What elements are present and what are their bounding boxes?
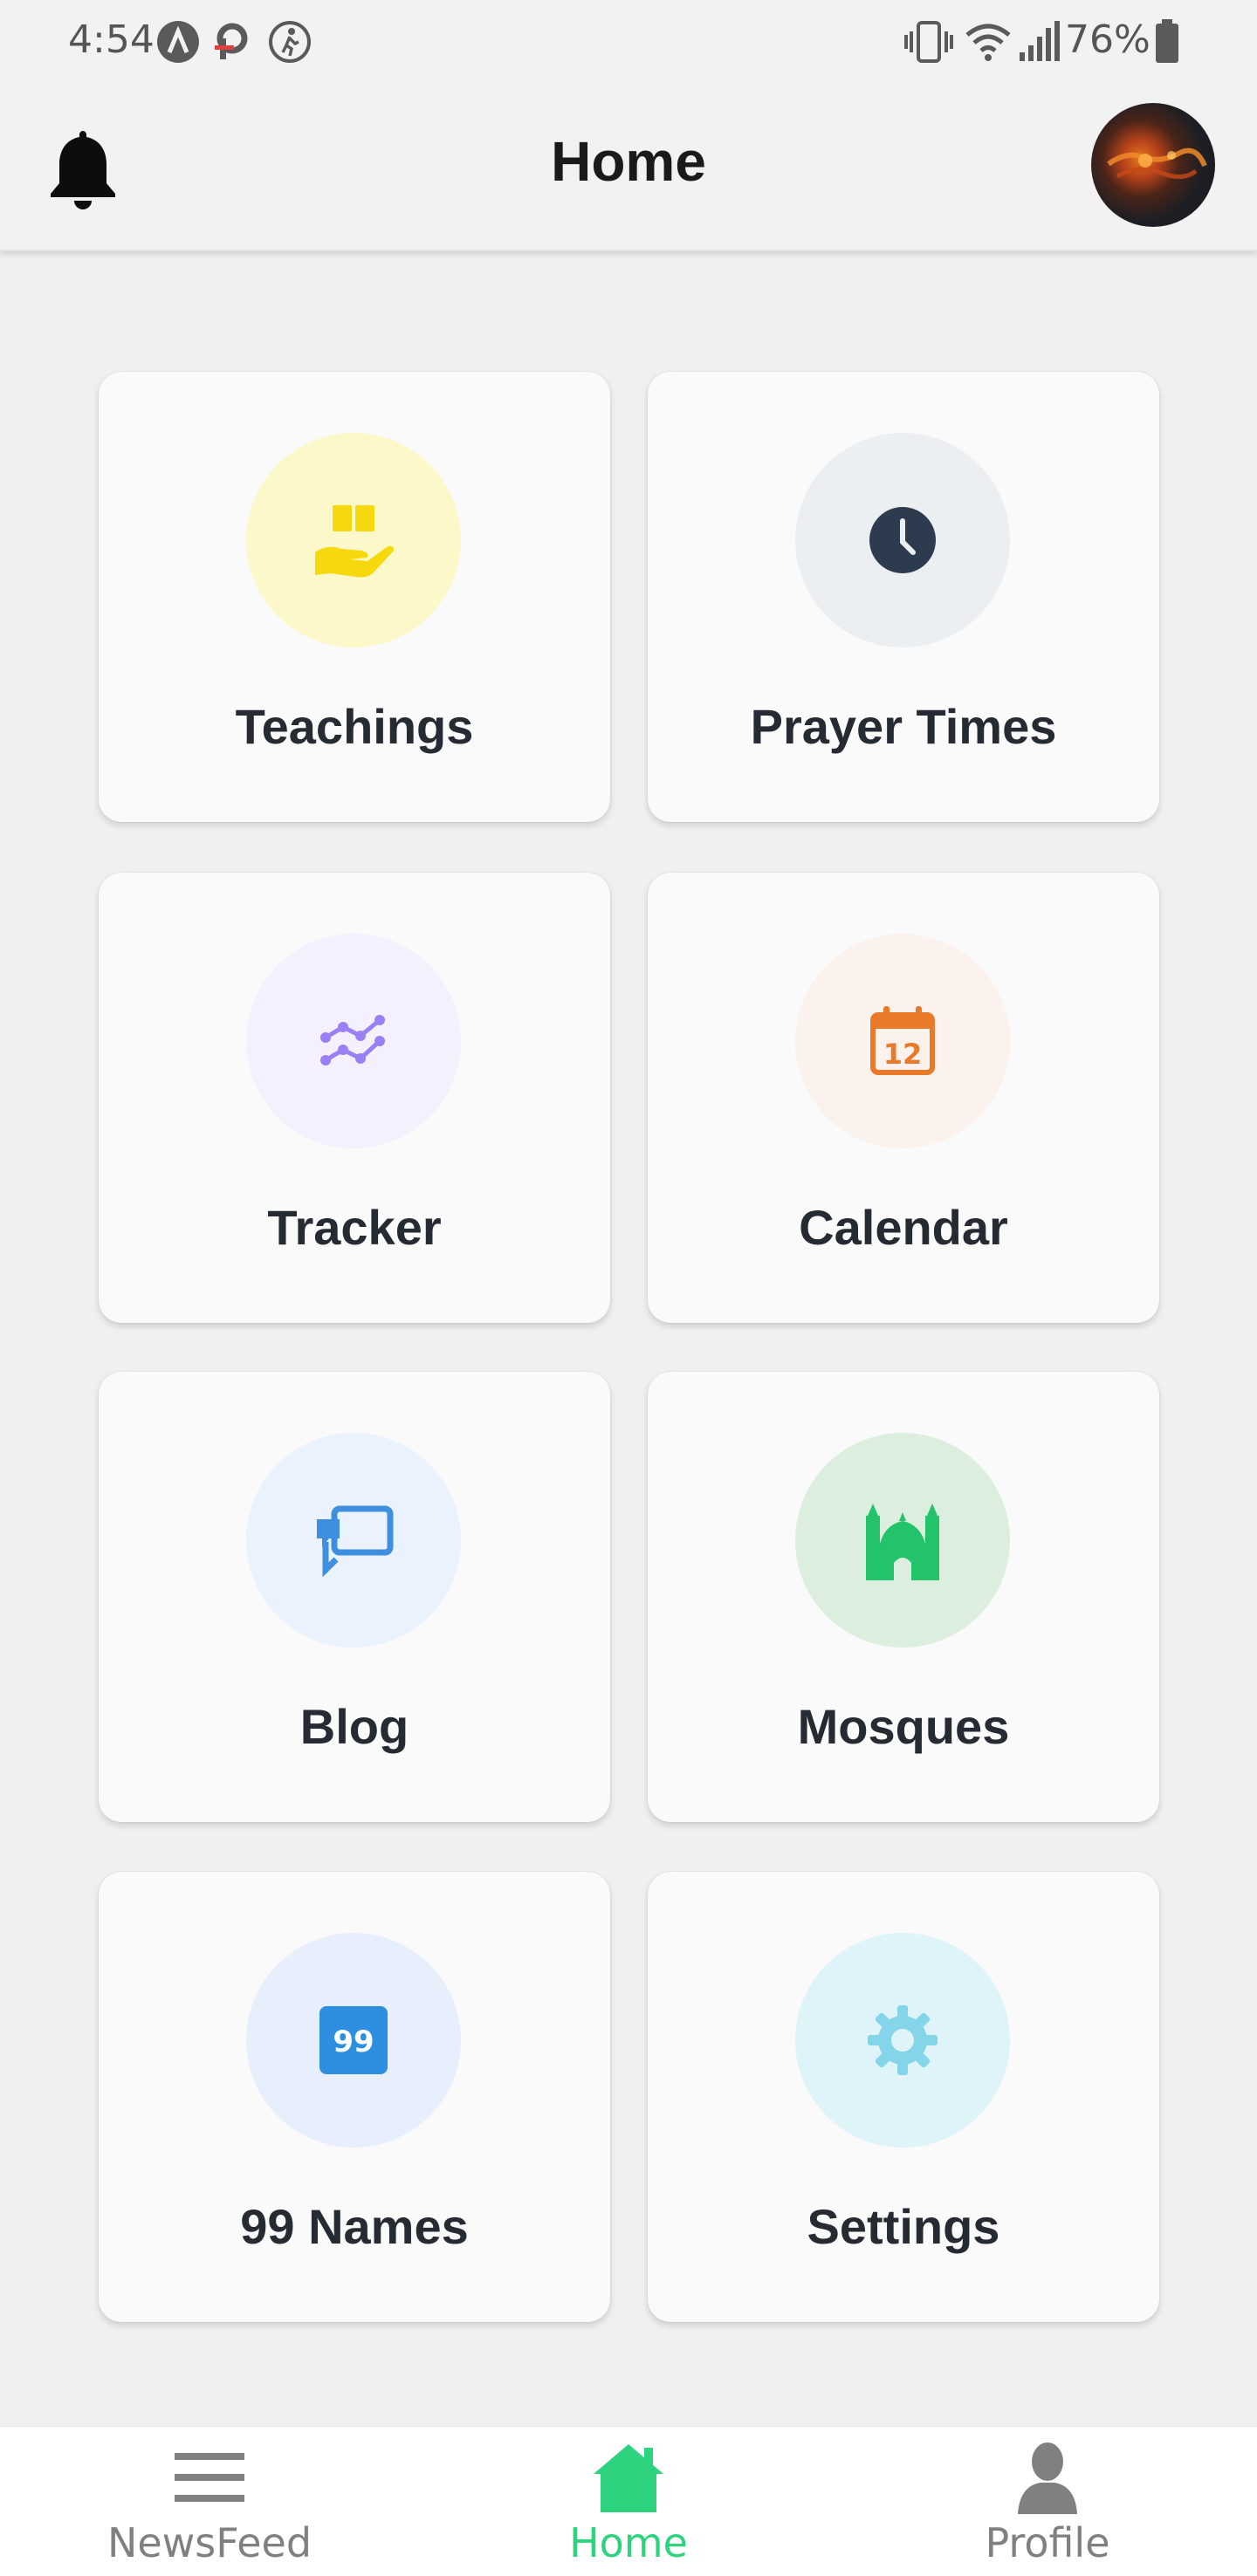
battery-percent: 76% <box>1065 17 1151 62</box>
blog-icon-bg <box>246 1433 461 1648</box>
card-99-names[interactable]: 99 99 Names <box>99 1872 610 2322</box>
card-label: Blog <box>299 1699 409 1754</box>
card-label: Mosques <box>797 1699 1010 1754</box>
status-time: 4:54 <box>68 17 155 62</box>
tracker-icon-bg <box>246 934 461 1148</box>
nav-label: Profile <box>985 2519 1110 2566</box>
card-mosques[interactable]: Mosques <box>648 1372 1159 1822</box>
signal-icon <box>1020 21 1060 61</box>
card-calendar[interactable]: 12 Calendar <box>648 873 1159 1323</box>
avatar-image <box>1107 147 1207 179</box>
nav-label: NewsFeed <box>106 2519 313 2566</box>
card-tracker[interactable]: Tracker <box>99 873 610 1323</box>
profile-avatar[interactable] <box>1091 103 1215 227</box>
clock-icon <box>869 507 936 573</box>
teachings-icon-bg <box>246 433 461 647</box>
card-prayer-times[interactable]: Prayer Times <box>648 372 1159 822</box>
app-header: Home <box>0 84 1257 251</box>
nav-newsfeed[interactable]: NewsFeed <box>0 2427 419 2576</box>
calendar-day: 12 <box>883 1038 923 1071</box>
mosque-icon <box>866 1504 939 1580</box>
prayer-times-icon-bg <box>795 433 1010 647</box>
settings-icon-bg <box>795 1933 1010 2148</box>
book-hand-icon <box>315 505 394 578</box>
page-title: Home <box>551 130 706 193</box>
app-p-icon <box>215 23 248 59</box>
card-label: Prayer Times <box>750 699 1057 754</box>
gear-icon <box>868 2005 938 2075</box>
chat-bubbles-icon <box>317 1505 394 1577</box>
walking-icon <box>269 21 311 63</box>
wifi-icon <box>965 24 1011 61</box>
status-bar: 4:54 76% <box>0 0 1257 84</box>
trend-line-icon <box>320 1015 385 1065</box>
calendar-icon-bg: 12 <box>795 934 1010 1148</box>
nav-home[interactable]: Home <box>419 2427 838 2576</box>
home-screen: 4:54 76% Home Teachings Prayer Times Tra… <box>0 0 1257 2576</box>
vibrate-icon <box>904 21 953 63</box>
mosques-icon-bg <box>795 1433 1010 1648</box>
calendar-icon: 12 <box>870 1006 935 1075</box>
app-a-icon <box>157 21 199 63</box>
menu-icon <box>175 2453 244 2502</box>
card-settings[interactable]: Settings <box>648 1872 1159 2322</box>
badge-99-icon: 99 <box>319 2006 388 2074</box>
card-label: 99 Names <box>240 2199 469 2254</box>
badge-99-text: 99 <box>333 2024 374 2059</box>
card-blog[interactable]: Blog <box>99 1372 610 1822</box>
card-teachings[interactable]: Teachings <box>99 372 610 822</box>
card-label: Tracker <box>267 1200 442 1255</box>
card-label: Settings <box>807 2199 1000 2254</box>
card-label: Calendar <box>799 1200 1008 1255</box>
home-icon <box>594 2444 663 2512</box>
nav-profile[interactable]: Profile <box>838 2427 1257 2576</box>
battery-icon <box>1156 19 1178 63</box>
99-names-icon-bg: 99 <box>246 1933 461 2148</box>
card-label: Teachings <box>235 699 474 754</box>
bottom-navigation: NewsFeed Home Profile <box>0 2426 1257 2576</box>
person-icon <box>1018 2442 1077 2514</box>
nav-label: Home <box>569 2519 688 2566</box>
